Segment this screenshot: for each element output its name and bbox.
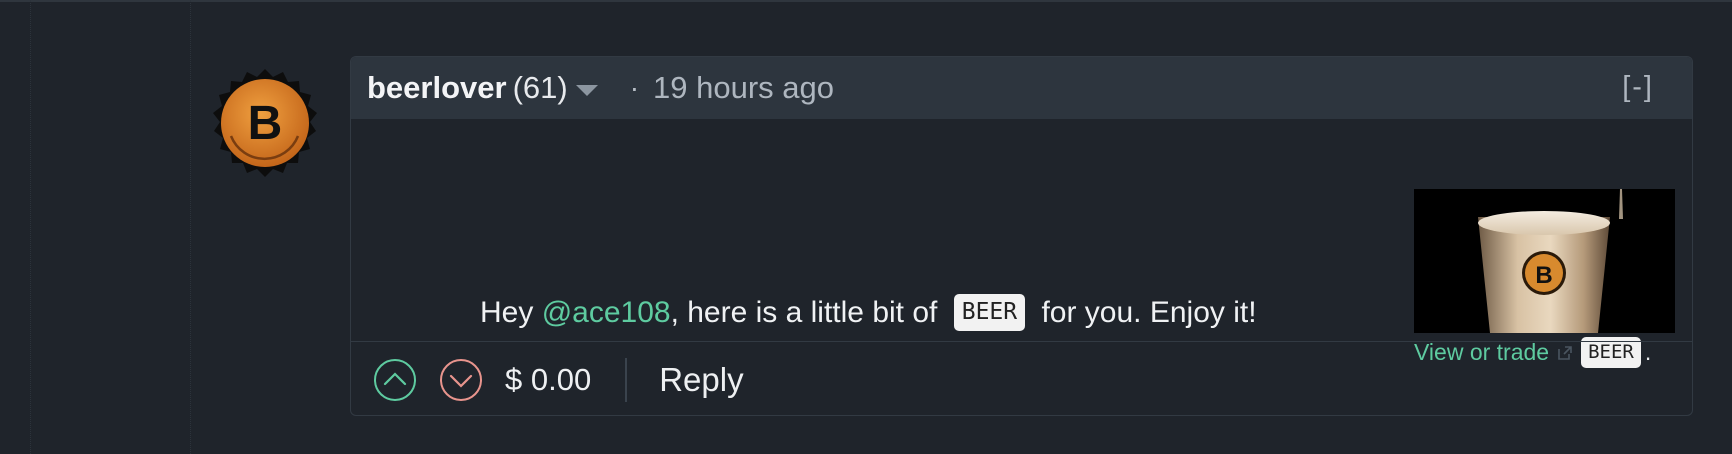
token-code: BEER bbox=[953, 294, 1026, 331]
image-badge-letter: B bbox=[1535, 262, 1552, 289]
comment-timestamp[interactable]: 19 hours ago bbox=[653, 70, 834, 106]
thread-guide-line bbox=[30, 0, 31, 454]
comment-card: beerlover (61) · 19 hours ago [-] Hey @a… bbox=[350, 56, 1693, 416]
upvote-icon[interactable] bbox=[373, 358, 417, 402]
author-name[interactable]: beerlover bbox=[367, 70, 507, 106]
text-middle: , here is a little bit of bbox=[670, 295, 946, 329]
reply-button[interactable]: Reply bbox=[659, 361, 743, 399]
author-reputation: (61) bbox=[512, 70, 568, 105]
downvote-icon[interactable] bbox=[439, 358, 483, 402]
text-greeting: Hey bbox=[480, 295, 542, 329]
comment-text: Hey @ace108 , here is a little bit of BE… bbox=[480, 294, 1257, 331]
avatar-letter: B bbox=[248, 97, 283, 150]
comment-footer: $ 0.00 Reply bbox=[351, 341, 1692, 415]
collapse-button[interactable]: [-] bbox=[1622, 71, 1654, 104]
top-border bbox=[0, 0, 1732, 2]
footer-divider bbox=[625, 357, 628, 402]
comment-header: beerlover (61) · 19 hours ago [-] bbox=[351, 57, 1692, 119]
user-avatar[interactable]: B bbox=[206, 64, 324, 182]
dropdown-caret-icon[interactable] bbox=[575, 84, 598, 96]
payout-value[interactable]: $ 0.00 bbox=[505, 362, 591, 398]
beer-glass-image[interactable]: B bbox=[1414, 189, 1675, 333]
user-mention-link[interactable]: @ace108 bbox=[542, 296, 671, 330]
thread-guide-line bbox=[190, 0, 191, 454]
meta-separator: · bbox=[629, 72, 640, 103]
text-end: for you. Enjoy it! bbox=[1033, 295, 1257, 329]
